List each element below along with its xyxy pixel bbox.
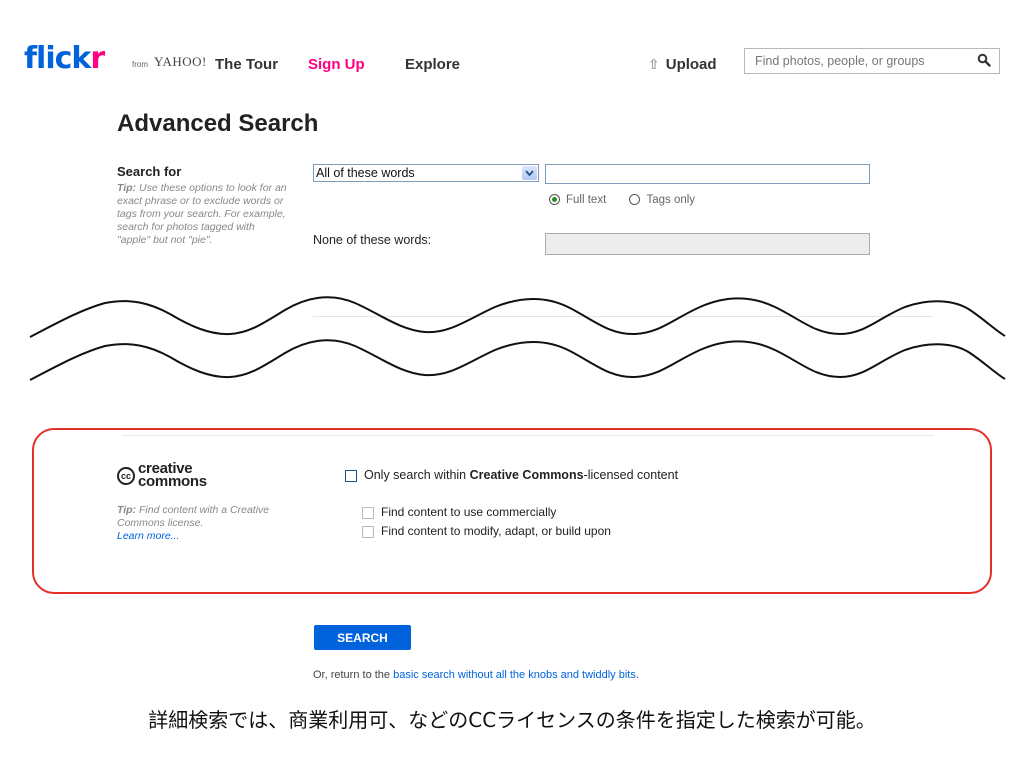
upload-link[interactable]: ⇧ Upload — [648, 56, 717, 73]
nav-the-tour[interactable]: The Tour — [215, 56, 278, 73]
search-for-label: Search for — [117, 164, 182, 179]
radio-unselected-icon[interactable] — [629, 194, 641, 206]
search-icon[interactable] — [977, 53, 991, 67]
cc-logo-line2: commons — [138, 473, 207, 490]
site-header: flickr from YAHOO! The Tour Sign Up Expl… — [0, 36, 1024, 92]
cc-badge-icon: cc — [117, 467, 135, 485]
site-search-input[interactable] — [753, 53, 967, 69]
cc-only-checkbox[interactable] — [345, 469, 357, 482]
wave-break-graphic — [29, 296, 1006, 381]
upload-arrow-icon: ⇧ — [648, 56, 660, 72]
search-words-input[interactable] — [545, 164, 870, 184]
page-title: Advanced Search — [117, 110, 319, 137]
return-to-basic-search: Or, return to the basic search without a… — [313, 669, 639, 681]
yahoo-wordmark: YAHOO! — [154, 54, 207, 69]
site-search-box — [744, 48, 1000, 74]
cc-commercial-checkbox[interactable] — [362, 506, 374, 519]
none-of-these-words-input[interactable] — [545, 233, 870, 255]
search-scope-radios: Full text Tags only — [549, 194, 715, 206]
basic-search-link[interactable]: basic search without all the knobs and t… — [393, 669, 636, 681]
search-mode-select[interactable]: All of these words — [313, 164, 539, 182]
cc-modify-option[interactable]: Find content to modify, adapt, or build … — [362, 524, 611, 538]
cc-only-option[interactable]: Only search within Creative Commons-lice… — [345, 468, 678, 482]
search-mode-value: All of these words — [316, 166, 415, 180]
flickr-wordmark: flickr — [24, 41, 105, 76]
search-tip: Tip: Use these options to look for an ex… — [117, 182, 287, 246]
cc-modify-checkbox[interactable] — [362, 525, 374, 538]
radio-tags-only[interactable]: Tags only — [629, 194, 695, 206]
nav-sign-up[interactable]: Sign Up — [308, 56, 365, 73]
upload-label: Upload — [665, 56, 717, 73]
none-of-these-words-label: None of these words: — [313, 233, 432, 247]
caption-text: 詳細検索では、商業利用可、などのCCライセンスの条件を指定した検索が可能。 — [148, 708, 876, 732]
cc-tip: Tip: Find content with a Creative Common… — [117, 504, 270, 542]
learn-more-link[interactable]: Learn more... — [117, 530, 179, 542]
nav-explore[interactable]: Explore — [405, 56, 460, 73]
cc-commercial-option[interactable]: Find content to use commercially — [362, 505, 556, 519]
logo-from-text: from — [132, 60, 148, 69]
radio-selected-icon[interactable] — [549, 194, 560, 206]
chevron-down-icon[interactable] — [522, 166, 537, 180]
radio-full-text[interactable]: Full text — [549, 194, 606, 206]
search-button[interactable]: SEARCH — [314, 625, 411, 650]
